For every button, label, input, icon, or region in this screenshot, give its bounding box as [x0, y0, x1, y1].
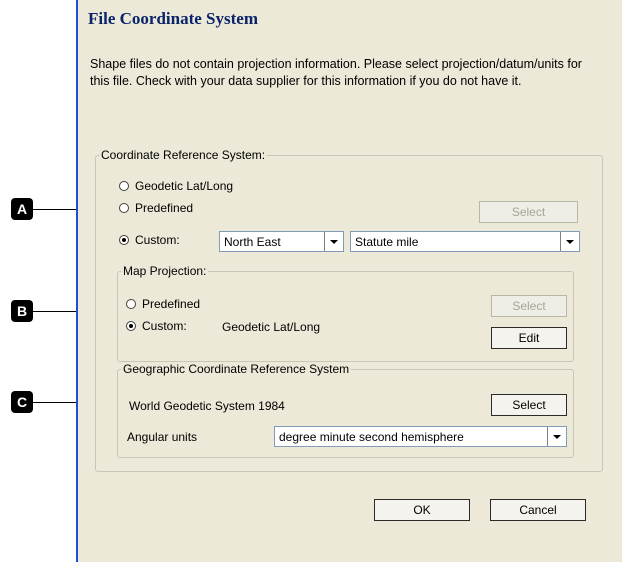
- radio-projection-predefined[interactable]: Predefined: [126, 297, 200, 311]
- radio-projection-predefined-label: Predefined: [142, 297, 201, 311]
- chevron-down-icon[interactable]: [547, 427, 566, 446]
- callout-b: B: [11, 300, 33, 322]
- callout-c: C: [11, 391, 33, 413]
- radio-projection-custom-label: Custom:: [142, 319, 187, 333]
- gcrs-select-button[interactable]: Select: [491, 394, 567, 416]
- callout-a: A: [11, 198, 33, 220]
- radio-button-icon: [126, 299, 136, 309]
- radio-projection-custom[interactable]: Custom:: [126, 319, 187, 333]
- gcrs-legend: Geographic Coordinate Reference System: [121, 362, 352, 377]
- gcrs-group: Geographic Coordinate Reference System W…: [117, 362, 574, 458]
- map-projection-group: Map Projection: Predefined Select Custom…: [117, 264, 574, 362]
- crs-legend: Coordinate Reference System:: [99, 148, 268, 163]
- axis-order-combo[interactable]: North East: [219, 231, 344, 252]
- title-bar: File Coordinate System: [78, 0, 622, 40]
- radio-custom[interactable]: Custom:: [119, 233, 180, 247]
- radio-predefined[interactable]: Predefined: [119, 201, 193, 215]
- radio-geodetic-latlong[interactable]: Geodetic Lat/Long: [119, 179, 233, 193]
- ok-button[interactable]: OK: [374, 499, 470, 521]
- datum-name: World Geodetic System 1984: [129, 399, 285, 413]
- chevron-down-icon[interactable]: [560, 232, 579, 251]
- radio-predefined-label: Predefined: [135, 201, 194, 215]
- radio-button-selected-icon: [126, 321, 136, 331]
- linear-units-combo[interactable]: Statute mile: [350, 231, 580, 252]
- cancel-button[interactable]: Cancel: [490, 499, 586, 521]
- crs-group: Coordinate Reference System: Geodetic La…: [95, 148, 603, 472]
- projection-edit-button[interactable]: Edit: [491, 327, 567, 349]
- radio-button-icon: [119, 181, 129, 191]
- file-coordinate-system-dialog: File Coordinate System Shape files do no…: [76, 0, 622, 562]
- projection-select-button[interactable]: Select: [491, 295, 567, 317]
- map-projection-legend: Map Projection:: [121, 264, 209, 279]
- radio-button-selected-icon: [119, 235, 129, 245]
- crs-select-button[interactable]: Select: [479, 201, 578, 223]
- description-text: Shape files do not contain projection in…: [90, 57, 582, 88]
- angular-units-combo[interactable]: degree minute second hemisphere: [274, 426, 567, 447]
- linear-units-value: Statute mile: [355, 234, 419, 249]
- radio-custom-label: Custom:: [135, 233, 180, 247]
- axis-order-value: North East: [224, 234, 281, 249]
- dialog-title: File Coordinate System: [88, 9, 258, 28]
- projection-custom-value: Geodetic Lat/Long: [222, 320, 321, 334]
- radio-button-icon: [119, 203, 129, 213]
- radio-geodetic-label: Geodetic Lat/Long: [135, 179, 234, 193]
- chevron-down-icon[interactable]: [324, 232, 343, 251]
- angular-units-value: degree minute second hemisphere: [279, 429, 464, 444]
- angular-units-label: Angular units: [127, 430, 198, 444]
